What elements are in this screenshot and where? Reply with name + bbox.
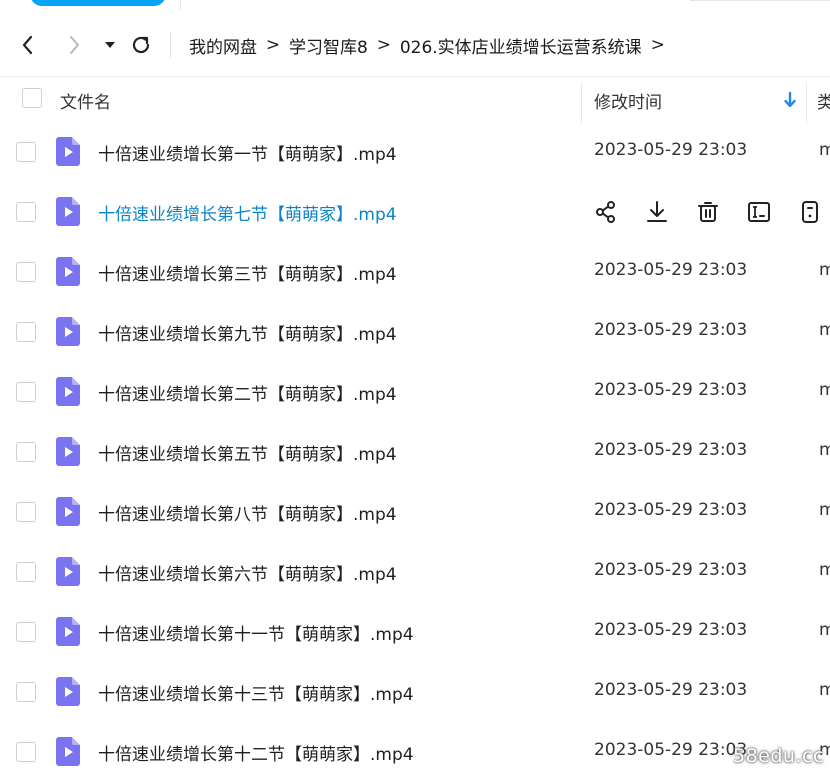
file-name[interactable]: 十倍速业绩增长第二节【萌萌家】.mp4 [98,380,397,405]
file-name[interactable]: 十倍速业绩增长第十三节【萌萌家】.mp4 [98,680,414,705]
breadcrumb: 我的网盘 > 学习智库8 > 026.实体店业绩增长运营系统课 > [189,32,674,58]
file-list: 十倍速业绩增长第一节【萌萌家】.mp4 2023-05-29 23:03 m 十倍速业… [0,122,830,781]
file-row[interactable]: 十倍速业绩增长第十一节【萌萌家】.mp4 2023-05-29 23:03 m [0,602,830,662]
row-checkbox[interactable] [16,742,36,762]
upload-button[interactable] [30,0,166,6]
file-name[interactable]: 十倍速业绩增长第六节【萌萌家】.mp4 [98,560,397,585]
file-row[interactable]: 十倍速业绩增长第十三节【萌萌家】.mp4 2023-05-29 23:03 m [0,662,830,722]
caret-down-icon[interactable] [98,33,122,57]
video-file-icon [56,137,80,166]
video-file-icon [56,617,80,646]
file-modified-time: 2023-05-29 23:03 [594,680,748,700]
file-type: m [819,560,830,580]
video-file-icon [56,557,80,586]
video-file-icon [56,257,80,286]
video-file-icon [56,497,80,526]
column-header-type[interactable]: 类 [817,88,830,113]
breadcrumb-item[interactable]: 学习智库8 [289,33,368,58]
select-all-checkbox[interactable] [22,88,42,108]
row-checkbox[interactable] [16,262,36,282]
sort-descending-icon[interactable] [783,90,797,110]
file-modified-time: 2023-05-29 23:03 [594,320,748,340]
row-checkbox[interactable] [16,502,36,522]
column-header-time[interactable]: 修改时间 [594,88,662,113]
file-name[interactable]: 十倍速业绩增长第十一节【萌萌家】.mp4 [98,620,414,645]
file-modified-time: 2023-05-29 23:03 [594,500,748,520]
file-row[interactable]: 十倍速业绩增长第二节【萌萌家】.mp4 2023-05-29 23:03 m [0,362,830,422]
chevron-left-icon[interactable] [16,33,40,57]
breadcrumb-separator: > [376,35,391,55]
top-strip [0,0,830,10]
row-checkbox[interactable] [16,442,36,462]
file-modified-time: 2023-05-29 23:03 [594,740,748,760]
file-row[interactable]: 十倍速业绩增长第六节【萌萌家】.mp4 2023-05-29 23:03 m [0,542,830,602]
file-row[interactable]: 十倍速业绩增长第十二节【萌萌家】.mp4 2023-05-29 23:03 m [0,722,830,781]
video-file-icon [56,737,80,766]
breadcrumb-item[interactable]: 我的网盘 [189,33,257,58]
navigation-bar: 我的网盘 > 学习智库8 > 026.实体店业绩增长运营系统课 > [0,20,830,70]
column-divider[interactable] [806,83,807,123]
row-checkbox[interactable] [16,202,36,222]
file-name[interactable]: 十倍速业绩增长第八节【萌萌家】.mp4 [98,500,397,525]
file-row[interactable]: 十倍速业绩增长第一节【萌萌家】.mp4 2023-05-29 23:03 m [0,122,830,182]
row-checkbox[interactable] [16,382,36,402]
file-modified-time: 2023-05-29 23:03 [594,560,748,580]
file-type: m [819,680,830,700]
chevron-right-icon[interactable] [62,33,86,57]
file-name[interactable]: 十倍速业绩增长第九节【萌萌家】.mp4 [98,320,397,345]
file-table-header: 文件名 修改时间 类 [0,76,830,123]
file-modified-time: 2023-05-29 23:03 [594,440,748,460]
top-border [690,0,830,1]
watermark: 58edu.cc [733,745,824,767]
file-name[interactable]: 十倍速业绩增长第十二节【萌萌家】.mp4 [98,740,414,765]
nav-divider [170,32,171,58]
row-checkbox[interactable] [16,142,36,162]
file-row[interactable]: 十倍速业绩增长第八节【萌萌家】.mp4 2023-05-29 23:03 m [0,482,830,542]
rename-icon[interactable] [746,199,772,225]
column-header-name[interactable]: 文件名 [60,88,111,113]
file-row[interactable]: 十倍速业绩增长第五节【萌萌家】.mp4 2023-05-29 23:03 m [0,422,830,482]
file-name[interactable]: 十倍速业绩增长第一节【萌萌家】.mp4 [98,140,397,165]
top-divider [180,0,181,10]
column-divider[interactable] [581,83,582,123]
file-name[interactable]: 十倍速业绩增长第五节【萌萌家】.mp4 [98,440,397,465]
file-row[interactable]: 十倍速业绩增长第三节【萌萌家】.mp4 2023-05-29 23:03 m [0,242,830,302]
video-file-icon [56,437,80,466]
row-checkbox[interactable] [16,682,36,702]
file-row[interactable]: 十倍速业绩增长第七节【萌萌家】.mp4 [0,182,830,242]
row-checkbox[interactable] [16,622,36,642]
video-file-icon [56,677,80,706]
file-name[interactable]: 十倍速业绩增长第七节【萌萌家】.mp4 [98,200,397,225]
share-icon[interactable] [593,199,619,225]
file-type: m [819,140,830,160]
breadcrumb-separator: > [265,35,281,55]
more-icon[interactable] [797,199,823,225]
file-modified-time: 2023-05-29 23:03 [594,380,748,400]
file-type: m [819,500,830,520]
file-type: m [819,620,830,640]
breadcrumb-item-current[interactable]: 026.实体店业绩增长运营系统课 [400,33,642,58]
video-file-icon [56,317,80,346]
file-type: m [819,380,830,400]
file-modified-time: 2023-05-29 23:03 [594,260,748,280]
file-name[interactable]: 十倍速业绩增长第三节【萌萌家】.mp4 [98,260,397,285]
file-type: m [819,440,830,460]
video-file-icon [56,197,80,226]
file-modified-time: 2023-05-29 23:03 [594,140,748,160]
delete-icon[interactable] [695,199,721,225]
row-checkbox[interactable] [16,562,36,582]
file-modified-time: 2023-05-29 23:03 [594,620,748,640]
breadcrumb-separator: > [650,35,665,55]
file-type: m [819,320,830,340]
video-file-icon [56,377,80,406]
download-icon[interactable] [644,199,670,225]
row-checkbox[interactable] [16,322,36,342]
file-row[interactable]: 十倍速业绩增长第九节【萌萌家】.mp4 2023-05-29 23:03 m [0,302,830,362]
file-type: m [819,260,830,280]
refresh-icon[interactable] [129,33,153,57]
